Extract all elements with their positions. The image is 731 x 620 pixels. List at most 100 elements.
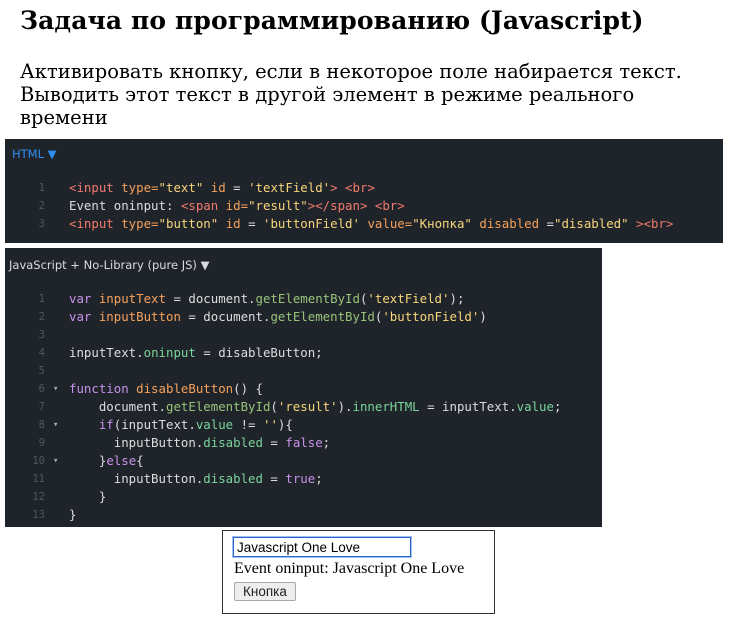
code-token: <input bbox=[69, 180, 122, 195]
js-code-block: 1 var inputText = document.getElementById… bbox=[5, 290, 602, 524]
js-code-line: 5 bbox=[5, 362, 602, 380]
code-token: getElementById bbox=[270, 309, 375, 324]
line-number: 1 bbox=[38, 182, 45, 194]
code-token: ); bbox=[449, 291, 465, 306]
fold-toggle-icon[interactable]: ▾ bbox=[53, 452, 58, 470]
code-token: inputButton bbox=[98, 309, 181, 324]
line-number: 7 bbox=[38, 401, 45, 413]
js-code-line: 13} bbox=[5, 506, 602, 524]
js-code-line: 2 var inputButton = document.getElementBy… bbox=[5, 308, 602, 326]
code-token: 'textField' bbox=[367, 291, 450, 306]
code-token: ></span> <br> bbox=[307, 198, 405, 213]
line-number: 4 bbox=[38, 347, 45, 359]
line-number: 2 bbox=[38, 311, 45, 323]
code-token: "button" bbox=[158, 216, 219, 231]
code-token: disabled bbox=[203, 471, 263, 486]
code-text: var inputButton = document.getElementByI… bbox=[69, 308, 487, 326]
line-number: 3 bbox=[38, 218, 45, 230]
code-token: inputText bbox=[98, 291, 166, 306]
code-token: type= bbox=[121, 180, 159, 195]
code-token: "text" bbox=[158, 180, 204, 195]
code-token: ( bbox=[270, 399, 278, 414]
code-token: disabled bbox=[203, 435, 263, 450]
code-token: '' bbox=[262, 417, 278, 432]
code-token: oninput bbox=[143, 345, 196, 360]
code-token: <input bbox=[69, 216, 122, 231]
code-token: } bbox=[69, 507, 77, 522]
line-number: 9 bbox=[38, 437, 45, 449]
code-token: } bbox=[69, 453, 107, 468]
code-text: <input type="button" id = 'buttonField' … bbox=[69, 215, 673, 233]
code-token: = disableButton; bbox=[195, 345, 323, 360]
code-text: if(inputText.value != ''){ bbox=[69, 416, 293, 434]
code-token: ; bbox=[322, 435, 331, 450]
js-panel-header[interactable]: JavaScript + No-Library (pure JS) ▼ bbox=[9, 258, 209, 272]
code-token: = bbox=[539, 216, 554, 231]
line-number: 3 bbox=[38, 329, 45, 341]
code-token: = bbox=[262, 471, 286, 486]
html-code-line: 1 <input type="text" id = 'textField'> <b… bbox=[5, 179, 723, 197]
code-text: document.getElementById('result').innerH… bbox=[69, 398, 562, 416]
code-token: ; bbox=[553, 399, 562, 414]
code-token: = inputText. bbox=[419, 399, 517, 414]
code-token: type= bbox=[121, 216, 159, 231]
code-text: } bbox=[69, 506, 76, 524]
line-number: 2 bbox=[38, 200, 45, 212]
js-code-line: 12 } bbox=[5, 488, 602, 506]
code-text: inputText.oninput = disableButton; bbox=[69, 344, 323, 362]
code-token: <span bbox=[180, 198, 226, 213]
js-code-line: 10 ▾ }else{ bbox=[5, 452, 602, 470]
html-code-block: 1 <input type="text" id = 'textField'> <b… bbox=[5, 179, 723, 233]
line-number: 1 bbox=[38, 293, 45, 305]
code-token: = bbox=[262, 435, 286, 450]
code-text: var inputText = document.getElementById(… bbox=[69, 290, 464, 308]
code-text: <input type="text" id = 'textField'> <br… bbox=[69, 179, 375, 197]
line-number: 12 bbox=[32, 491, 45, 503]
line-number: 11 bbox=[32, 473, 45, 485]
line-number: 8 bbox=[38, 419, 45, 431]
code-token: id bbox=[210, 180, 226, 195]
code-token: disabled bbox=[479, 216, 540, 231]
js-code-line: 11 inputButton.disabled = true; bbox=[5, 470, 602, 488]
code-token: getElementById bbox=[165, 399, 271, 414]
code-token: inputButton. bbox=[69, 435, 204, 450]
code-text: function disableButton() { bbox=[69, 380, 263, 398]
code-token: inputButton. bbox=[69, 471, 204, 486]
code-token: != bbox=[233, 417, 263, 432]
code-token: 'buttonField' bbox=[382, 309, 480, 324]
code-token: Event oninput: bbox=[69, 198, 181, 213]
js-code-line: 4 inputText.oninput = disableButton; bbox=[5, 344, 602, 362]
code-token: > <br> bbox=[330, 180, 375, 195]
js-code-panel: JavaScript + No-Library (pure JS) ▼ 1 var… bbox=[5, 248, 602, 527]
code-token: value bbox=[516, 399, 554, 414]
event-oninput-output: Event oninput: Javascript One Love bbox=[234, 560, 465, 577]
code-token: (inputText. bbox=[113, 417, 196, 432]
code-token: var bbox=[69, 291, 99, 306]
knopka-button[interactable]: Кнопка bbox=[234, 582, 296, 601]
code-token: function bbox=[69, 381, 137, 396]
code-token: document. bbox=[69, 399, 166, 414]
code-token: value= bbox=[367, 216, 413, 231]
js-code-line: 6 ▾ function disableButton() { bbox=[5, 380, 602, 398]
fold-toggle-icon[interactable]: ▾ bbox=[53, 416, 58, 434]
code-token: false bbox=[285, 435, 323, 450]
code-token: ><br> bbox=[628, 216, 674, 231]
code-token: 'textField' bbox=[248, 180, 331, 195]
code-token: "disabled" bbox=[553, 216, 629, 231]
code-text: inputButton.disabled = false; bbox=[69, 434, 330, 452]
code-token: } bbox=[69, 489, 107, 504]
code-token: 'buttonField' bbox=[263, 216, 360, 231]
code-token: = bbox=[225, 180, 249, 195]
fold-toggle-icon[interactable]: ▾ bbox=[53, 380, 58, 398]
js-code-line: 8 ▾ if(inputText.value != ''){ bbox=[5, 416, 602, 434]
code-token: inputText. bbox=[69, 345, 144, 360]
html-code-line: 2 Event oninput: <span id="result"></span… bbox=[5, 197, 723, 215]
code-token: ; bbox=[315, 471, 323, 486]
text-field-input[interactable] bbox=[232, 536, 412, 558]
js-code-line: 3 bbox=[5, 326, 602, 344]
code-token: () { bbox=[233, 381, 263, 396]
html-panel-header[interactable]: HTML ▼ bbox=[12, 147, 57, 161]
